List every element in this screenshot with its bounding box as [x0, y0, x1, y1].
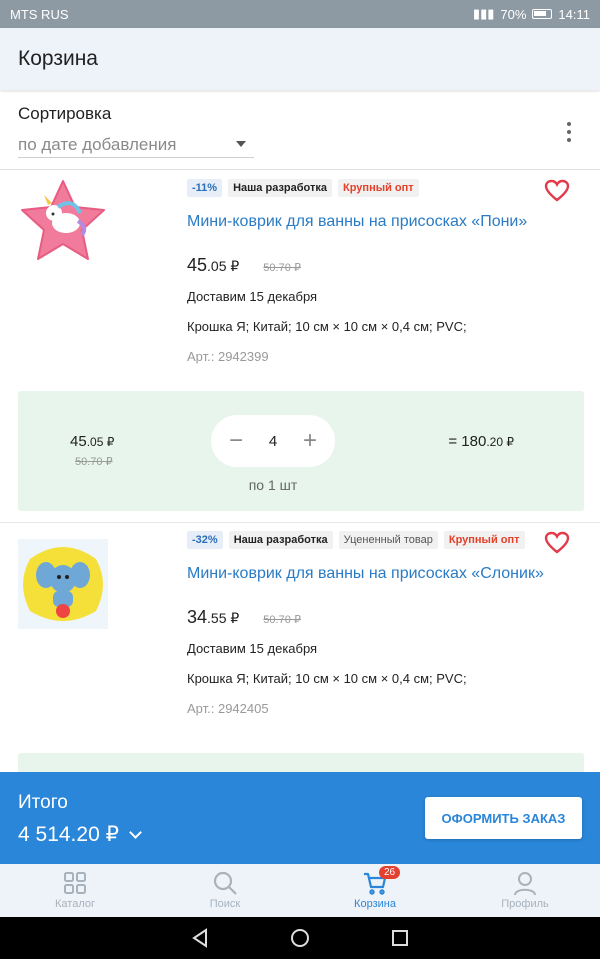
bulk-badge: Крупный опт — [338, 179, 419, 197]
heart-icon[interactable] — [544, 531, 570, 555]
tab-label: Профиль — [501, 898, 549, 910]
sort-dropdown[interactable]: по дате добавления — [18, 132, 254, 158]
tab-label: Каталог — [55, 898, 95, 910]
article-number: Арт.: 2942405 — [187, 701, 269, 716]
signal-icon: ▮▮▮ — [472, 6, 495, 21]
tag-list: -32% Наша разработка Уцененный товар Кру… — [187, 531, 525, 549]
quantity-value[interactable]: 4 — [269, 433, 277, 450]
heart-icon[interactable] — [544, 179, 570, 203]
total-sum[interactable]: 4 514.20 ₽ — [18, 822, 119, 847]
current-price: 34.55 ₽ — [187, 607, 240, 627]
status-bar: MTS RUS ▮▮▮ 70% 14:11 — [0, 0, 600, 28]
sort-selected-value: по дате добавления — [18, 134, 177, 154]
current-price: 45.05 ₽ — [187, 255, 240, 275]
old-price: 50.70 ₽ — [263, 262, 301, 274]
own-brand-badge: Наша разработка — [228, 531, 333, 549]
quantity-stepper: − 4 + — [211, 415, 335, 467]
profile-icon — [514, 872, 536, 896]
old-price: 50.70 ₽ — [263, 614, 301, 626]
price-row: 45.05 ₽ 50.70 ₽ — [187, 255, 301, 276]
cart-count-badge: 26 — [379, 866, 401, 879]
tab-cart[interactable]: 26 Корзина — [300, 864, 450, 917]
plus-button[interactable]: + — [299, 429, 321, 453]
product-image[interactable] — [18, 177, 108, 267]
cart-list: -11% Наша разработка Крупный опт Мини-ко… — [0, 171, 600, 772]
sort-bar: Сортировка по дате добавления — [0, 92, 600, 170]
carrier-label: MTS RUS — [10, 6, 69, 22]
chevron-down-icon[interactable] — [129, 826, 142, 839]
product-name-link[interactable]: Мини-коврик для ванны на присосках «Слон… — [187, 565, 560, 583]
delivery-date: Доставим 15 декабря — [187, 641, 318, 656]
tab-label: Поиск — [209, 898, 241, 910]
cart-item: -11% Наша разработка Крупный опт Мини-ко… — [0, 171, 600, 523]
product-image[interactable] — [18, 539, 108, 629]
page-title: Корзина — [18, 47, 98, 70]
tag-list: -11% Наша разработка Крупный опт — [187, 179, 419, 197]
clock: 14:11 — [558, 6, 590, 22]
more-menu-icon[interactable] — [558, 120, 580, 144]
chevron-down-icon — [236, 141, 246, 147]
product-specs: Крошка Я; Китай; 10 см × 10 см × 0,4 см;… — [187, 319, 467, 334]
product-specs: Крошка Я; Китай; 10 см × 10 см × 0,4 см;… — [187, 671, 467, 686]
pack-size-label: по 1 шт — [248, 477, 298, 493]
delivery-date: Доставим 15 декабря — [187, 289, 318, 304]
battery-icon — [532, 9, 553, 19]
quantity-panel — [18, 753, 584, 772]
sort-label: Сортировка — [18, 104, 112, 123]
tab-label: Корзина — [354, 898, 396, 910]
article-number: Арт.: 2942399 — [187, 349, 269, 364]
own-brand-badge: Наша разработка — [228, 179, 333, 197]
grid-icon — [64, 872, 86, 894]
line-total: = 180.20 ₽ — [448, 433, 514, 450]
price-row: 34.55 ₽ 50.70 ₽ — [187, 607, 301, 628]
back-icon[interactable] — [189, 927, 211, 949]
battery-percent: 70% — [500, 6, 527, 22]
minus-button[interactable]: − — [225, 429, 247, 453]
checkout-button[interactable]: ОФОРМИТЬ ЗАКАЗ — [425, 797, 582, 839]
order-total-bar: Итого 4 514.20 ₽ ОФОРМИТЬ ЗАКАЗ — [0, 772, 600, 864]
cart-item: -32% Наша разработка Уцененный товар Кру… — [0, 523, 600, 772]
home-icon[interactable] — [289, 927, 311, 949]
bottom-tab-bar: Каталог Поиск 26 Корзина Профиль — [0, 864, 600, 917]
bulk-badge: Крупный опт — [443, 531, 525, 549]
discount-badge: -32% — [187, 531, 223, 549]
app-header: Корзина — [0, 28, 600, 90]
unit-old-price: 50.70 ₽ — [75, 456, 113, 468]
product-name-link[interactable]: Мини-коврик для ванны на присосках «Пони… — [187, 213, 560, 231]
tab-profile[interactable]: Профиль — [450, 864, 600, 917]
discount-badge: -11% — [187, 179, 223, 197]
system-nav-bar — [0, 917, 600, 959]
unit-price: 45.05 ₽ — [70, 433, 115, 450]
tab-catalog[interactable]: Каталог — [0, 864, 150, 917]
discounted-item-badge: Уцененный товар — [338, 531, 438, 549]
total-label: Итого — [18, 792, 68, 813]
tab-search[interactable]: Поиск — [150, 864, 300, 917]
search-icon — [213, 871, 237, 895]
recents-icon[interactable] — [389, 927, 411, 949]
quantity-panel: 45.05 ₽ 50.70 ₽ − 4 + по 1 шт = 180.20 ₽ — [18, 391, 584, 511]
